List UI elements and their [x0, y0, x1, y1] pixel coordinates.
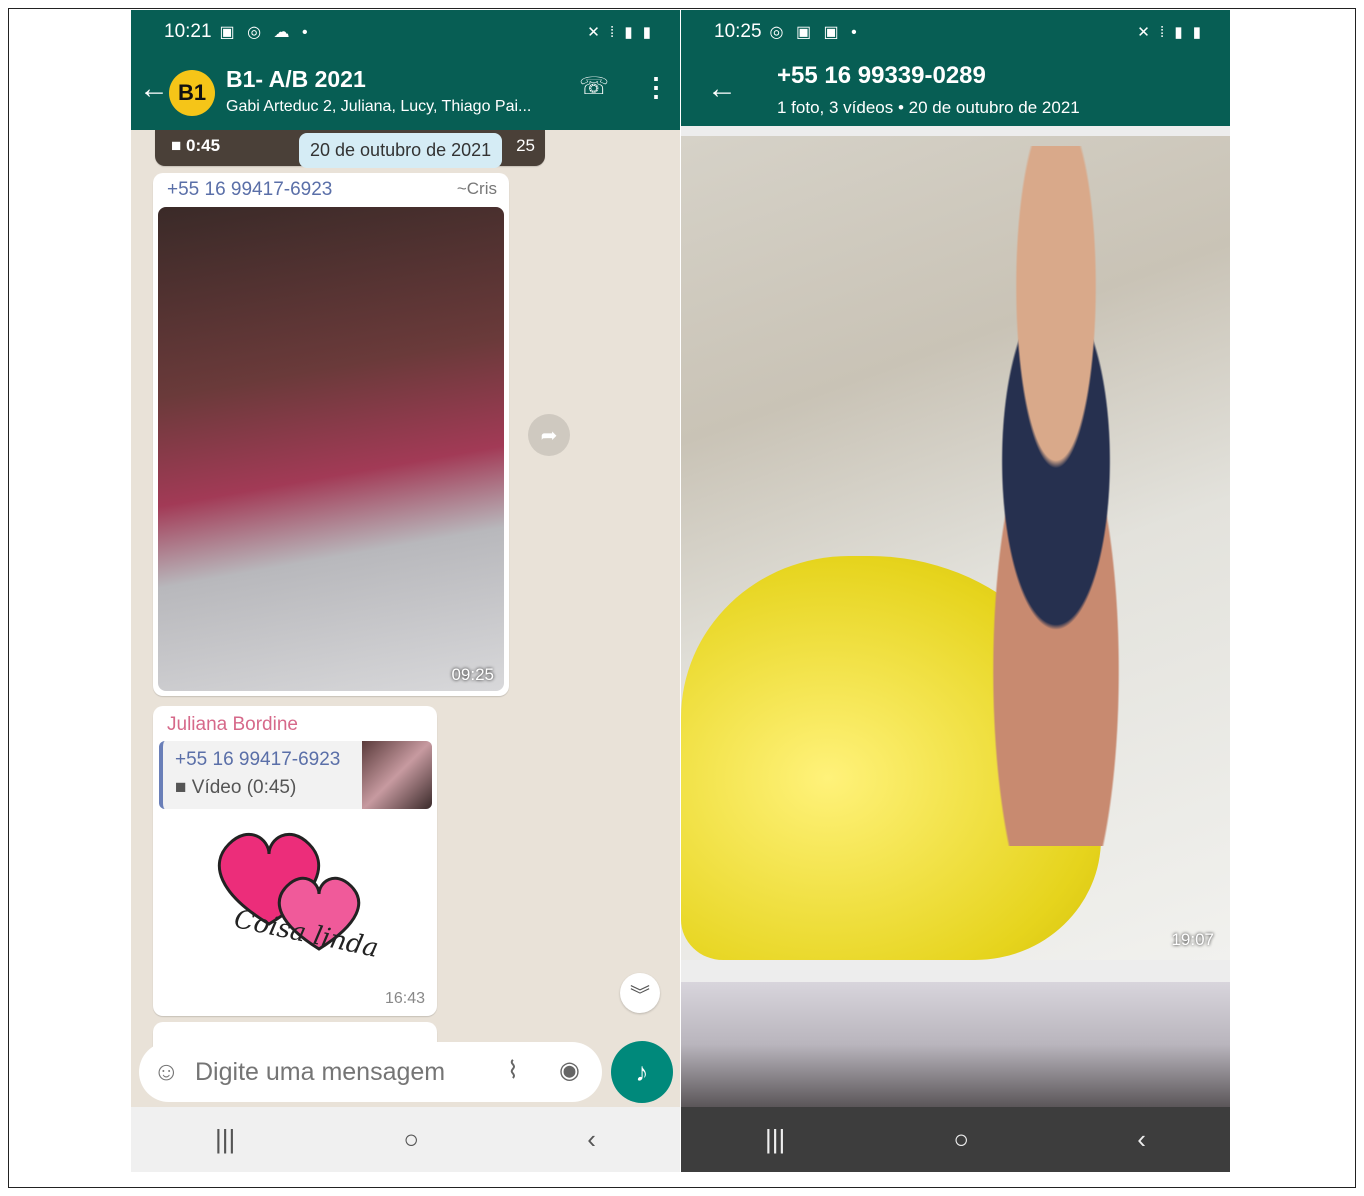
- group-avatar[interactable]: B1: [169, 70, 215, 116]
- system-nav-bar: ||| ○ ‹: [681, 1107, 1230, 1172]
- status-bar: 10:21 ▣ ◎ ☁ • ✕ ⁞ ▮ ▮: [131, 10, 680, 54]
- quoted-type: ■ Vídeo (0:45): [175, 777, 297, 798]
- notification-icons: ◎ ▣ ▣ •: [769, 24, 861, 41]
- media-viewer-screen: 10:25 ◎ ▣ ▣ • ✕ ⁞ ▮ ▮ ← +55 16 99339-028…: [681, 10, 1230, 1172]
- message-time: 09:25: [451, 665, 494, 684]
- next-media-preview[interactable]: [681, 982, 1230, 1107]
- add-call-icon[interactable]: ☏: [579, 72, 609, 101]
- quoted-message[interactable]: +55 16 99417-6923 ■ Vídeo (0:45): [159, 741, 432, 809]
- media-summary: 1 foto, 3 vídeos • 20 de outubro de 2021: [777, 98, 1080, 117]
- quoted-thumbnail: [362, 741, 432, 809]
- microphone-icon[interactable]: ♪: [611, 1041, 673, 1103]
- media-sender-number: +55 16 99339-0289: [777, 62, 986, 89]
- forward-icon[interactable]: ➦: [528, 414, 570, 456]
- status-time: 10:21: [164, 21, 212, 42]
- home-icon[interactable]: ○: [953, 1124, 969, 1155]
- chat-header: ← B1 B1- A/B 2021 Gabi Arteduc 2, Julian…: [131, 54, 680, 130]
- status-bar: 10:25 ◎ ▣ ▣ • ✕ ⁞ ▮ ▮: [681, 10, 1230, 54]
- back-icon[interactable]: ‹: [587, 1124, 596, 1155]
- previous-message-time: 25: [516, 136, 535, 155]
- chat-screen: 10:21 ▣ ◎ ☁ • ✕ ⁞ ▮ ▮ ← B1 B1- A/B 2021 …: [131, 10, 680, 1172]
- message-sender[interactable]: Juliana Bordine: [167, 714, 298, 736]
- recent-apps-icon[interactable]: |||: [215, 1124, 235, 1155]
- back-arrow-icon[interactable]: ←: [139, 72, 169, 106]
- more-menu-icon[interactable]: ⋮: [643, 72, 669, 103]
- notification-icons: ▣ ◎ ☁ •: [219, 24, 312, 41]
- date-separator: 20 de outubro de 2021: [299, 133, 503, 168]
- back-arrow-icon[interactable]: ←: [707, 72, 737, 106]
- child-photo-large[interactable]: 19:07: [681, 136, 1230, 960]
- child-photo[interactable]: 09:25: [158, 207, 504, 691]
- back-icon[interactable]: ‹: [1137, 1124, 1146, 1155]
- system-nav-bar: ||| ○ ‹: [131, 1107, 680, 1172]
- photo-message[interactable]: +55 16 99417-6923 ~Cris 09:25: [153, 173, 509, 696]
- status-time: 10:25: [714, 21, 762, 42]
- attach-clip-icon[interactable]: ⌇: [507, 1056, 519, 1085]
- quoted-type-label: Vídeo (0:45): [191, 777, 297, 798]
- sender-alias: ~Cris: [456, 179, 497, 198]
- message-time: 16:43: [384, 990, 425, 1007]
- photo-time: 19:07: [1171, 930, 1214, 949]
- sticker-reply-message[interactable]: Juliana Bordine +55 16 99417-6923 ■ Víde…: [153, 706, 437, 1016]
- signal-battery-icons: ✕ ⁞ ▮ ▮: [587, 24, 654, 41]
- message-input[interactable]: [195, 1054, 485, 1090]
- seated-child: [931, 146, 1181, 846]
- video-duration: ■ 0:45: [171, 136, 221, 155]
- message-sender[interactable]: +55 16 99417-6923: [167, 179, 332, 201]
- message-composer: ☺ ⌇ ◉: [139, 1042, 602, 1102]
- emoji-icon[interactable]: ☺: [153, 1056, 180, 1087]
- home-icon[interactable]: ○: [403, 1124, 419, 1155]
- media-header: ← +55 16 99339-0289 1 foto, 3 vídeos • 2…: [681, 54, 1230, 126]
- scroll-down-icon[interactable]: ︾: [620, 973, 660, 1013]
- group-title[interactable]: B1- A/B 2021: [226, 66, 366, 93]
- group-members[interactable]: Gabi Arteduc 2, Juliana, Lucy, Thiago Pa…: [226, 98, 566, 116]
- signal-battery-icons: ✕ ⁞ ▮ ▮: [1137, 24, 1204, 41]
- quoted-sender: +55 16 99417-6923: [175, 749, 341, 770]
- recent-apps-icon[interactable]: |||: [765, 1124, 785, 1155]
- camera-icon[interactable]: ◉: [559, 1056, 580, 1085]
- video-duration-value: 0:45: [186, 136, 221, 155]
